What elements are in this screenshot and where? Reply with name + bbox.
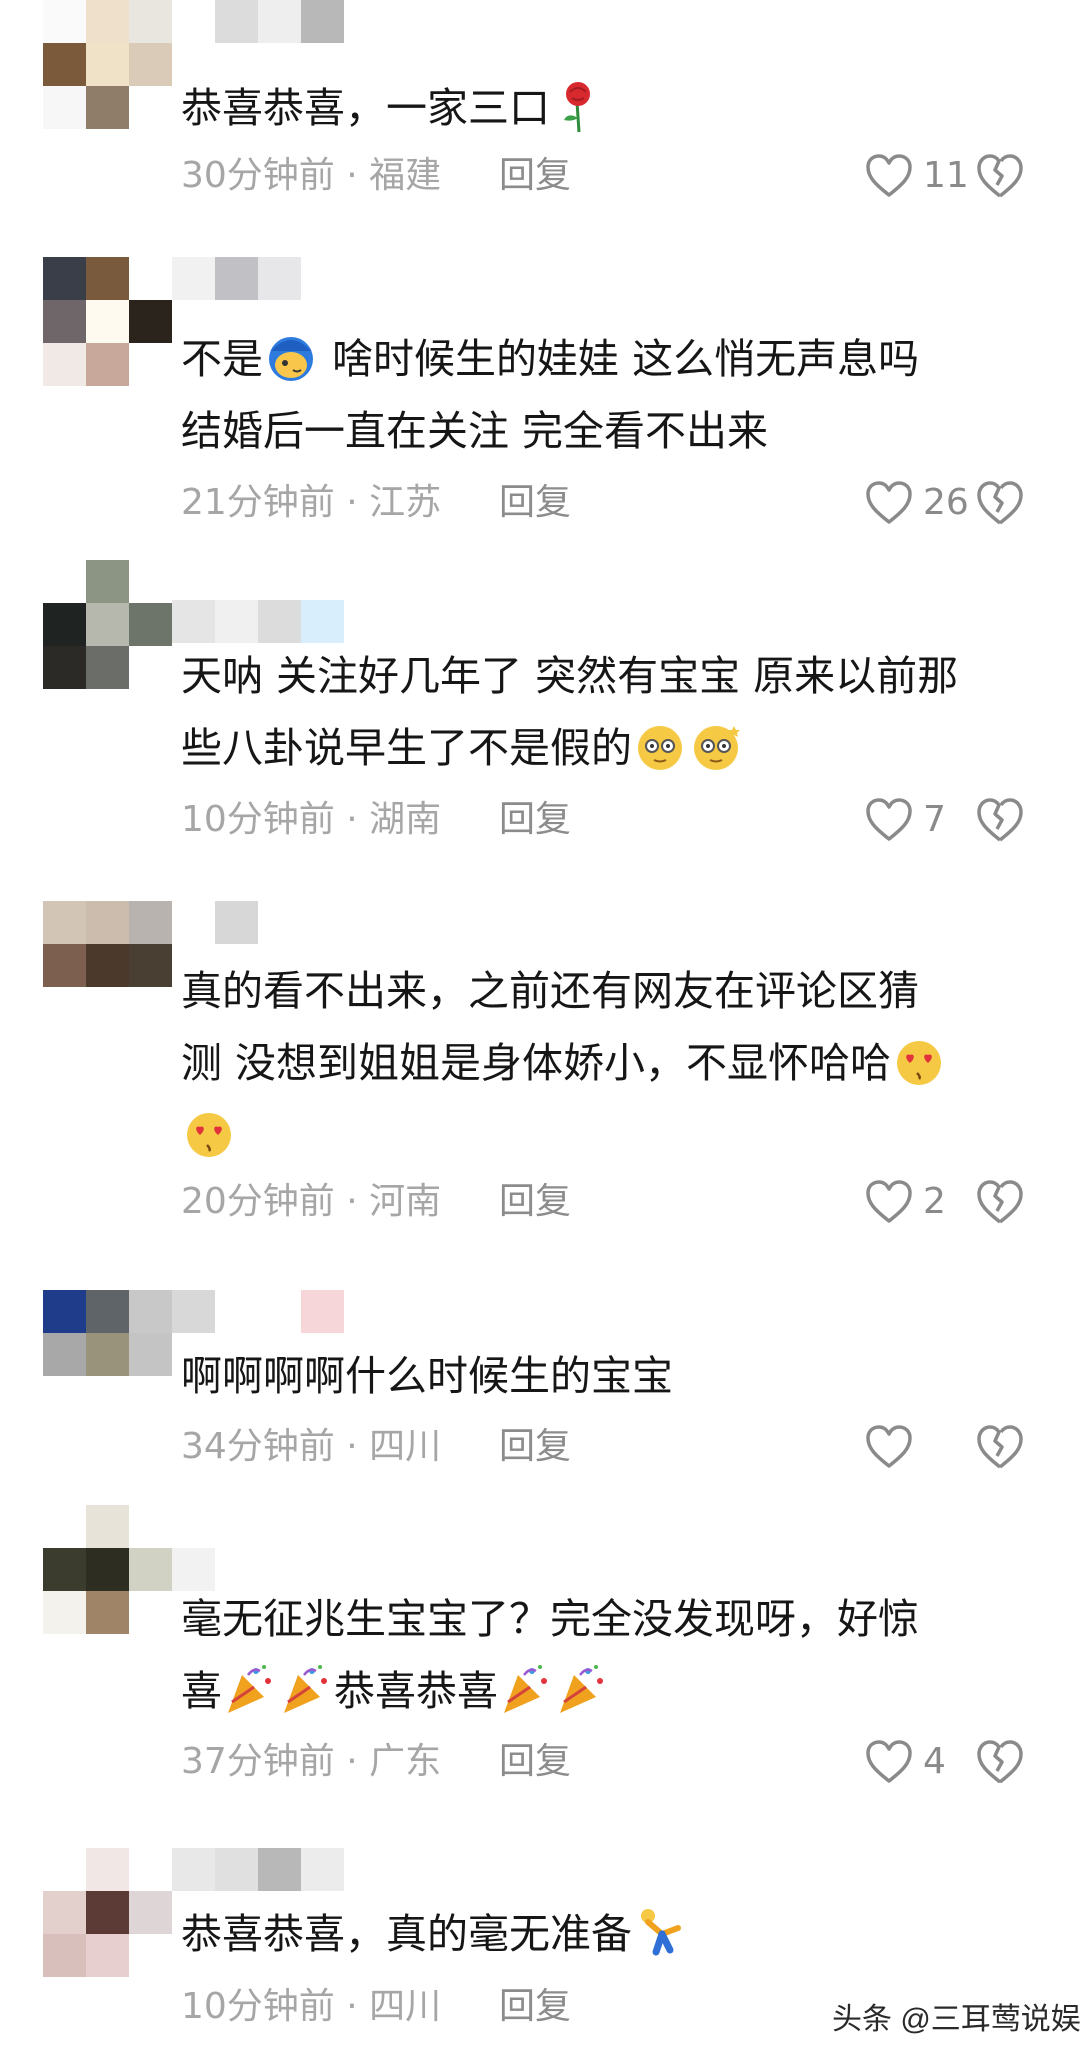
comment-meta: 34分钟前 · 四川 回复 [181,1417,1041,1477]
comment-text: 恭喜恭喜，真的毫无准备 [181,1898,1022,1970]
avatar[interactable] [43,257,172,386]
broken-heart-icon[interactable] [976,1423,1024,1471]
like-count: 7 [923,799,946,840]
comment-meta: 21分钟前 · 江苏 回复 26 [181,473,1041,533]
dizzy-face-emoji-icon [638,726,682,770]
comment-text: 真的看不出来，之前还有网友在评论区猜 测 没想到姐姐是身体娇小，不显怀哈哈 [181,955,1022,1171]
reply-button[interactable]: 回复 [499,1417,571,1477]
like-button[interactable] [813,1417,973,1477]
like-count: 11 [923,155,969,196]
rose-emoji-icon [564,82,590,133]
username[interactable] [172,0,344,43]
like-button[interactable]: 11 [813,146,973,206]
reply-button[interactable]: 回复 [499,1732,571,1792]
watermark: 头条 @三耳莺说娱 [832,2003,1081,2036]
broken-heart-icon[interactable] [976,1178,1024,1226]
reply-button[interactable]: 回复 [499,790,571,850]
avatar[interactable] [43,901,172,1030]
timestamp-location: 10分钟前 · 湖南 [181,799,442,840]
comment-meta: 10分钟前 · 湖南 回复 7 [181,790,1041,850]
avatar[interactable] [43,1290,172,1419]
heart-icon [866,798,912,841]
timestamp-location: 20分钟前 · 河南 [181,1181,442,1222]
username[interactable] [172,1290,344,1333]
comment-meta: 37分钟前 · 广东 回复 4 [181,1732,1041,1792]
reply-button[interactable]: 回复 [499,473,571,533]
timestamp-location: 34分钟前 · 四川 [181,1426,442,1467]
reply-button[interactable]: 回复 [499,146,571,206]
heart-eyes-emoji-icon [897,1041,942,1085]
broken-heart-icon[interactable] [976,479,1024,527]
heart-icon [866,1740,912,1783]
username[interactable] [172,600,344,643]
comment-text: 毫无征兆生宝宝了？完全没发现呀，好惊 喜恭喜恭喜 [181,1595,919,1715]
avatar[interactable] [43,0,172,129]
username[interactable] [172,1848,344,1891]
like-count: 4 [923,1741,946,1782]
like-count: 2 [923,1181,946,1222]
reply-button[interactable]: 回复 [499,1977,571,2037]
comment-meta: 30分钟前 · 福建 回复 11 [181,146,1041,206]
heart-icon [866,1425,912,1468]
timestamp-location: 30分钟前 · 福建 [181,155,442,196]
comment-text: 啊啊啊啊什么时候生的宝宝 [181,1352,673,1400]
reply-button[interactable]: 回复 [499,1172,571,1232]
broken-heart-icon[interactable] [976,152,1024,200]
comment-meta: 20分钟前 · 河南 回复 2 [181,1172,1041,1232]
avatar[interactable] [43,1505,172,1634]
avatar[interactable] [43,560,172,689]
comment-text: 恭喜恭喜，一家三口 [181,72,1022,144]
like-button[interactable]: 4 [813,1732,973,1792]
party-popper-emoji-icon [560,1665,603,1713]
party-popper-emoji-icon [228,1665,271,1713]
like-count: 26 [923,482,969,523]
heart-eyes-emoji-icon [187,1113,231,1157]
heart-icon [866,1180,912,1223]
timestamp-location: 21分钟前 · 江苏 [181,482,442,523]
like-button[interactable]: 7 [813,790,973,850]
dizzy-face-emoji-icon [694,726,740,770]
heart-icon [866,481,912,524]
comment-text: 天呐 关注好几年了 突然有宝宝 原来以前那 些八卦说早生了不是假的 [181,652,959,772]
like-button[interactable]: 2 [813,1172,973,1232]
like-button[interactable]: 26 [813,473,973,533]
broken-heart-icon[interactable] [976,1738,1024,1786]
party-popper-emoji-icon [284,1665,327,1713]
timestamp-location: 37分钟前 · 广东 [181,1741,442,1782]
blue-hair-face-emoji-icon [269,337,313,381]
comment-text: 不是 啥时候生的娃娃 这么悄无声息吗 结婚后一直在关注 完全看不出来 [181,323,1022,467]
party-popper-emoji-icon [504,1665,547,1713]
heart-icon [866,154,912,197]
timestamp-location: 10分钟前 · 四川 [181,1986,442,2027]
avatar[interactable] [43,1848,172,1977]
username[interactable] [172,901,258,944]
username[interactable] [172,257,301,300]
falling-person-emoji-icon [641,1909,681,1956]
broken-heart-icon[interactable] [976,796,1024,844]
